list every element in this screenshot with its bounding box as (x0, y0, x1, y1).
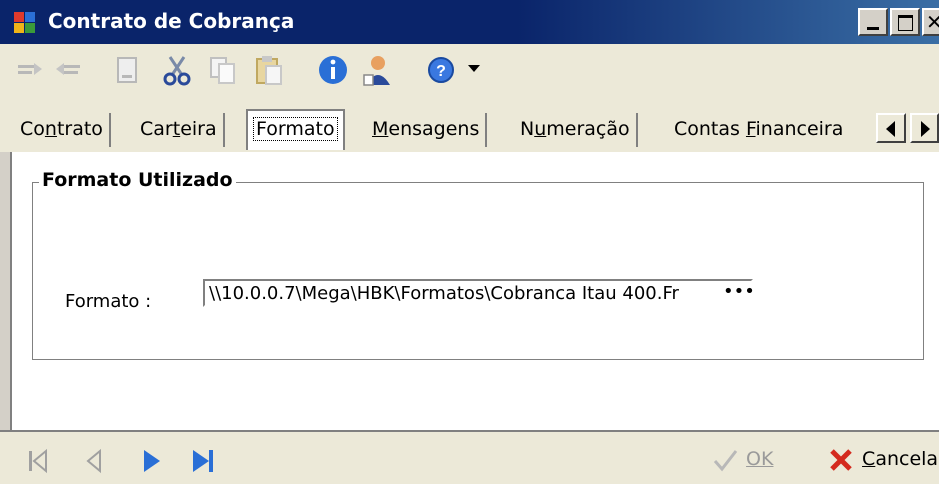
sort-desc-icon (56, 63, 80, 75)
info-button[interactable] (316, 53, 350, 87)
first-record-button[interactable] (24, 446, 54, 476)
cancel-underlined-letter: C (862, 448, 876, 470)
last-record-button[interactable] (188, 446, 218, 476)
formato-input[interactable] (203, 279, 753, 307)
help-button[interactable]: ? (424, 53, 458, 87)
tab-content-panel: Formato Utilizado Formato : ••• (10, 152, 939, 430)
new-document-icon (117, 57, 137, 83)
close-button[interactable]: ✕ (922, 8, 939, 36)
app-icon (14, 12, 36, 34)
arrow-right-icon (921, 121, 930, 137)
next-icon (144, 450, 160, 472)
last-icon (193, 450, 213, 472)
new-document-button[interactable] (110, 53, 144, 87)
group-formato-utilizado: Formato Utilizado Formato : ••• (32, 169, 924, 360)
next-record-button[interactable] (136, 446, 166, 476)
cut-icon (163, 56, 191, 86)
user-icon (363, 56, 390, 86)
tab-formato[interactable]: Formato (246, 109, 345, 150)
formato-label: Formato : (65, 291, 152, 312)
first-icon (29, 448, 47, 474)
ok-label: OK (746, 448, 774, 470)
dropdown-arrow-icon[interactable] (468, 65, 480, 72)
previous-icon (86, 448, 101, 474)
check-icon (713, 449, 738, 471)
tab-contrato[interactable]: Contrato (14, 113, 111, 147)
browse-button[interactable]: ••• (723, 282, 755, 304)
cancel-button[interactable]: Cancela (826, 442, 938, 476)
tab-contas-financeiras[interactable]: Contas Financeira (668, 113, 849, 147)
ok-button[interactable]: OK (710, 442, 773, 476)
group-title: Formato Utilizado (39, 169, 236, 191)
tab-strip: Contrato Carteira Formato Mensagens Nume… (0, 96, 939, 152)
tab-numeracao[interactable]: Numeração (514, 113, 638, 147)
sort-asc-icon (18, 63, 42, 75)
paste-icon (256, 56, 282, 85)
svg-text:?: ? (436, 63, 446, 80)
copy-button[interactable] (206, 53, 240, 87)
title-bar: Contrato de Cobrança ✕ (0, 0, 939, 44)
window-title: Contrato de Cobrança (48, 9, 295, 33)
user-button[interactable] (360, 53, 394, 87)
tab-scroll-left-button[interactable] (876, 113, 906, 143)
maximize-button[interactable] (890, 8, 920, 36)
tab-scroll-right-button[interactable] (910, 113, 939, 143)
toolbar: ? (0, 44, 939, 96)
arrow-left-icon (886, 121, 895, 137)
sort-asc-button[interactable] (12, 53, 46, 87)
cancel-label: ancela (875, 448, 939, 470)
sort-desc-button[interactable] (52, 53, 86, 87)
cut-button[interactable] (160, 53, 194, 87)
minimize-button[interactable] (858, 8, 888, 36)
paste-button[interactable] (252, 53, 286, 87)
copy-icon (210, 57, 235, 84)
info-icon (319, 56, 347, 84)
bottom-navigation-bar: OK Cancela (0, 430, 939, 484)
cancel-x-icon (830, 448, 852, 471)
tab-mensagens[interactable]: Mensagens (366, 113, 488, 147)
help-icon: ? (428, 57, 454, 83)
previous-record-button[interactable] (80, 446, 110, 476)
close-icon: ✕ (926, 10, 939, 34)
tab-carteira[interactable]: Carteira (134, 113, 225, 147)
